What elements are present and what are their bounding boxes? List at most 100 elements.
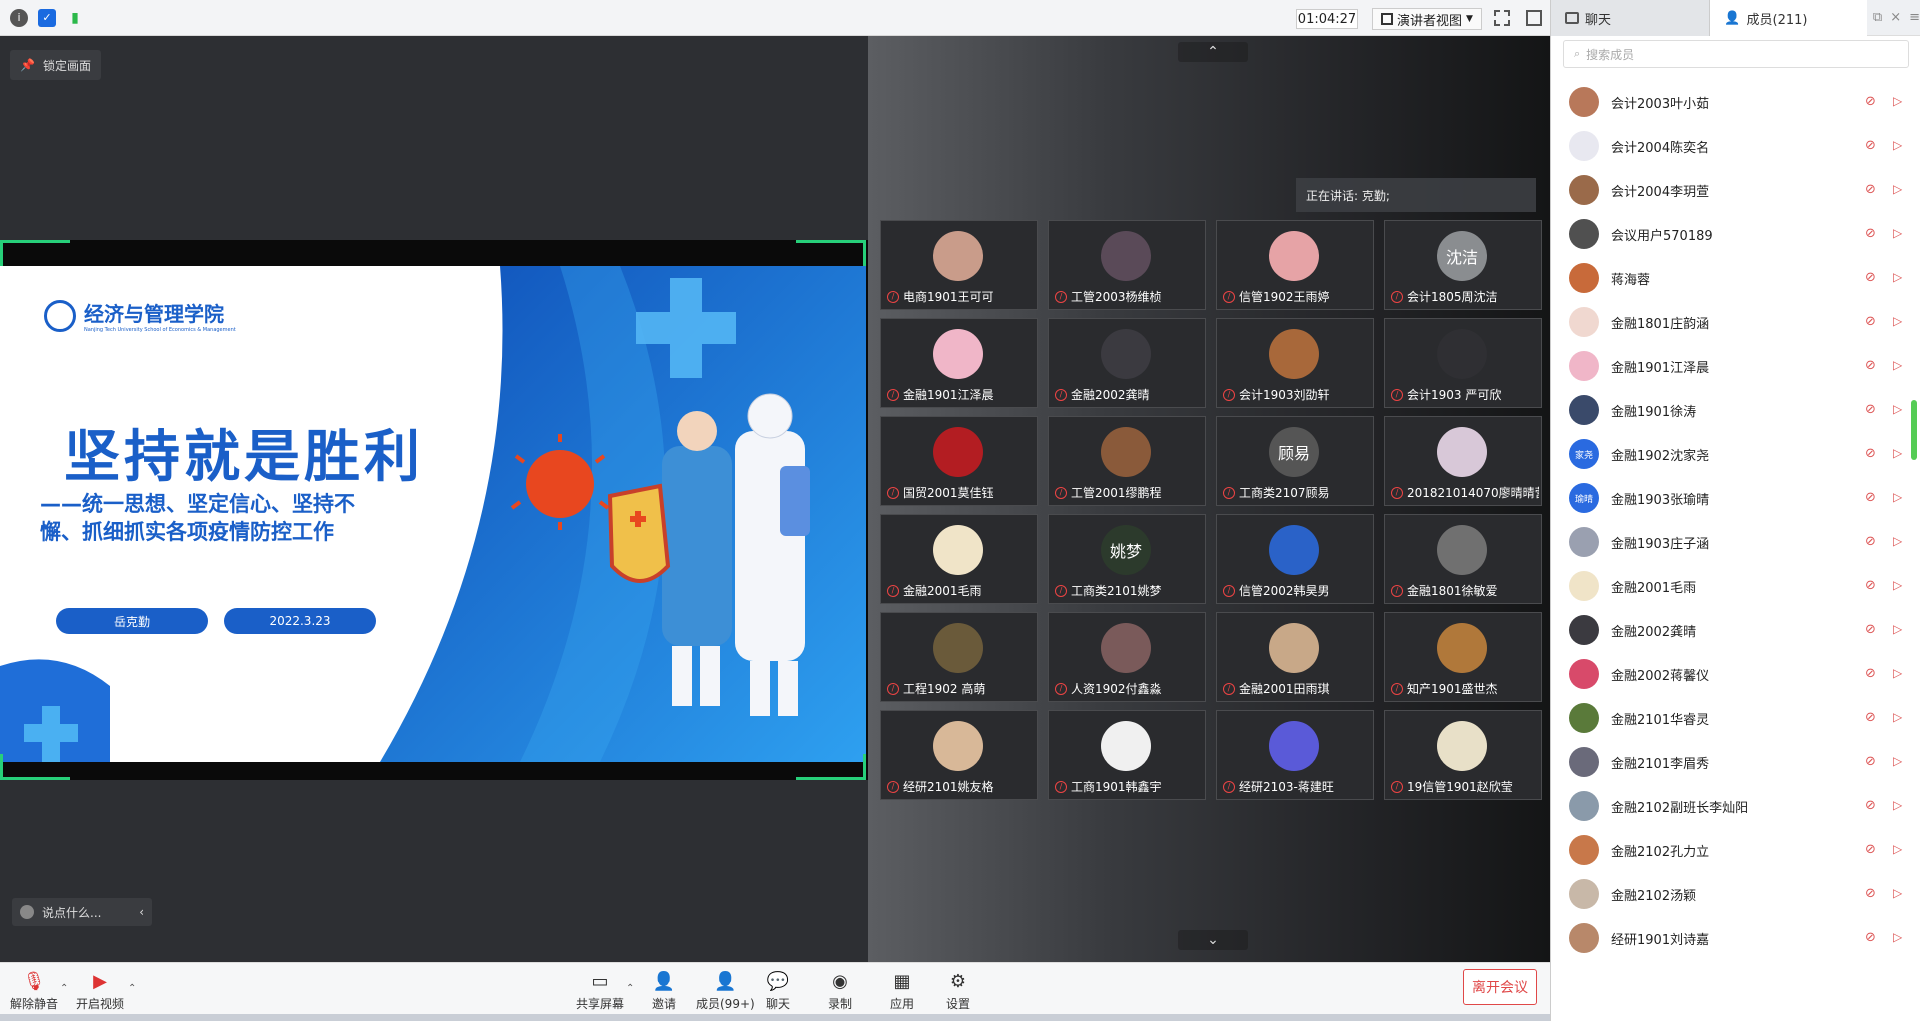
video-tile[interactable]: / 电商1901王可可 bbox=[880, 220, 1038, 310]
list-item[interactable]: 经研1901刘诗嘉 ⊘ ▷ bbox=[1551, 916, 1920, 960]
list-item[interactable]: 金融2001毛雨 ⊘ ▷ bbox=[1551, 564, 1920, 608]
mic-muted-icon[interactable]: ⊘ bbox=[1865, 446, 1881, 462]
video-tile[interactable]: / 经研2101姚友格 bbox=[880, 710, 1038, 800]
chat-button[interactable]: 💬 聊天 bbox=[766, 971, 790, 1012]
chevron-left-icon[interactable]: ‹ bbox=[139, 905, 144, 919]
mic-muted-icon[interactable]: ⊘ bbox=[1865, 138, 1881, 154]
list-item[interactable]: 金融1801庄韵涵 ⊘ ▷ bbox=[1551, 300, 1920, 344]
camera-off-icon[interactable]: ▷ bbox=[1893, 666, 1911, 682]
camera-off-icon[interactable]: ▷ bbox=[1893, 710, 1911, 726]
video-tile[interactable]: / 金融2001田雨琪 bbox=[1216, 612, 1374, 702]
mic-muted-icon[interactable]: ⊘ bbox=[1865, 182, 1881, 198]
close-icon[interactable]: × bbox=[1890, 10, 1901, 25]
list-item[interactable]: 会计2003叶小茹 ⊘ ▷ bbox=[1551, 80, 1920, 124]
audio-options-chevron-icon[interactable]: ⌃ bbox=[60, 983, 68, 994]
list-item[interactable]: 金融1903庄子涵 ⊘ ▷ bbox=[1551, 520, 1920, 564]
list-item[interactable]: 家尧 金融1902沈家尧 ⊘ ▷ bbox=[1551, 432, 1920, 476]
members-button[interactable]: 👤 成员(99+) bbox=[696, 971, 755, 1012]
video-tile[interactable]: 顾易 / 工商类2107顾易 bbox=[1216, 416, 1374, 506]
mic-muted-icon[interactable]: ⊘ bbox=[1865, 622, 1881, 638]
camera-off-icon[interactable]: ▷ bbox=[1893, 842, 1911, 858]
tab-chat[interactable]: 聊天 bbox=[1551, 0, 1711, 36]
camera-off-icon[interactable]: ▷ bbox=[1893, 182, 1911, 198]
camera-off-icon[interactable]: ▷ bbox=[1893, 358, 1911, 374]
video-tile[interactable]: / 会计1903 严可欣 bbox=[1384, 318, 1542, 408]
video-tile[interactable]: / 信管1902王雨婷 bbox=[1216, 220, 1374, 310]
camera-off-icon[interactable]: ▷ bbox=[1893, 754, 1911, 770]
list-item[interactable]: 金融2102汤颖 ⊘ ▷ bbox=[1551, 872, 1920, 916]
camera-off-icon[interactable]: ▷ bbox=[1893, 490, 1911, 506]
camera-off-icon[interactable]: ▷ bbox=[1893, 138, 1911, 154]
invite-button[interactable]: 👤 邀请 bbox=[652, 971, 676, 1012]
mic-muted-icon[interactable]: ⊘ bbox=[1865, 710, 1881, 726]
share-screen-button[interactable]: ▭ 共享屏幕 bbox=[576, 971, 624, 1012]
mic-muted-icon[interactable]: ⊘ bbox=[1865, 226, 1881, 242]
apps-button[interactable]: ▦ 应用 bbox=[890, 971, 914, 1012]
camera-off-icon[interactable]: ▷ bbox=[1893, 270, 1911, 286]
video-tile[interactable]: / 知产1901盛世杰 bbox=[1384, 612, 1542, 702]
video-tile[interactable]: / 201821014070廖晴晴营销1... bbox=[1384, 416, 1542, 506]
video-tile[interactable]: / 工管2001缪鹏程 bbox=[1048, 416, 1206, 506]
mic-muted-icon[interactable]: ⊘ bbox=[1865, 270, 1881, 286]
member-search-input[interactable]: ⌕ 搜索成员 bbox=[1563, 40, 1909, 68]
camera-off-icon[interactable]: ▷ bbox=[1893, 930, 1911, 946]
video-tile[interactable]: / 国贸2001莫佳钰 bbox=[880, 416, 1038, 506]
start-video-button[interactable]: ▶ 开启视频 bbox=[76, 971, 124, 1012]
signal-icon[interactable]: ▮ bbox=[66, 9, 84, 27]
settings-button[interactable]: ⚙ 设置 bbox=[946, 971, 970, 1012]
gallery-scroll-up-button[interactable]: ⌃ bbox=[1178, 42, 1248, 62]
camera-off-icon[interactable]: ▷ bbox=[1893, 534, 1911, 550]
view-mode-dropdown[interactable]: 演讲者视图 ▼ bbox=[1372, 8, 1482, 30]
mic-muted-icon[interactable]: ⊘ bbox=[1865, 490, 1881, 506]
mic-muted-icon[interactable]: ⊘ bbox=[1865, 534, 1881, 550]
list-item[interactable]: 瑜晴 金融1903张瑜晴 ⊘ ▷ bbox=[1551, 476, 1920, 520]
list-item[interactable]: 金融1901江泽晨 ⊘ ▷ bbox=[1551, 344, 1920, 388]
video-tile[interactable]: 姚梦 / 工商类2101姚梦 bbox=[1048, 514, 1206, 604]
camera-off-icon[interactable]: ▷ bbox=[1893, 886, 1911, 902]
video-tile[interactable]: / 19信管1901赵欣莹 bbox=[1384, 710, 1542, 800]
mic-muted-icon[interactable]: ⊘ bbox=[1865, 578, 1881, 594]
mic-muted-icon[interactable]: ⊘ bbox=[1865, 402, 1881, 418]
emoji-icon[interactable] bbox=[20, 905, 34, 919]
mic-muted-icon[interactable]: ⊘ bbox=[1865, 886, 1881, 902]
leave-meeting-button[interactable]: 离开会议 bbox=[1463, 969, 1537, 1005]
mic-muted-icon[interactable]: ⊘ bbox=[1865, 314, 1881, 330]
video-tile[interactable]: 沈洁 / 会计1805周沈洁 bbox=[1384, 220, 1542, 310]
video-tile[interactable]: / 会计1903刘劭轩 bbox=[1216, 318, 1374, 408]
share-options-chevron-icon[interactable]: ⌃ bbox=[626, 983, 634, 994]
list-item[interactable]: 会计2004李玥萱 ⊘ ▷ bbox=[1551, 168, 1920, 212]
list-item[interactable]: 金融1901徐涛 ⊘ ▷ bbox=[1551, 388, 1920, 432]
camera-off-icon[interactable]: ▷ bbox=[1893, 226, 1911, 242]
list-item[interactable]: 金融2101华睿灵 ⊘ ▷ bbox=[1551, 696, 1920, 740]
shield-icon[interactable]: ✓ bbox=[38, 8, 56, 27]
mic-muted-icon[interactable]: ⊘ bbox=[1865, 666, 1881, 682]
record-button[interactable]: ◉ 录制 bbox=[828, 971, 852, 1012]
list-item[interactable]: 会议用户570189 ⊘ ▷ bbox=[1551, 212, 1920, 256]
video-tile[interactable]: / 人资1902付鑫淼 bbox=[1048, 612, 1206, 702]
mic-muted-icon[interactable]: ⊘ bbox=[1865, 842, 1881, 858]
video-tile[interactable]: / 信管2002韩昊男 bbox=[1216, 514, 1374, 604]
camera-off-icon[interactable]: ▷ bbox=[1893, 314, 1911, 330]
info-icon[interactable]: i bbox=[10, 8, 28, 27]
list-item[interactable]: 会计2004陈奕名 ⊘ ▷ bbox=[1551, 124, 1920, 168]
camera-off-icon[interactable]: ▷ bbox=[1893, 94, 1911, 110]
tab-members[interactable]: 👤 成员(211) bbox=[1710, 0, 1867, 36]
video-tile[interactable]: / 工商1901韩鑫宇 bbox=[1048, 710, 1206, 800]
video-tile[interactable]: / 金融2001毛雨 bbox=[880, 514, 1038, 604]
panel-toggle-icon[interactable] bbox=[1526, 10, 1542, 26]
mic-muted-icon[interactable]: ⊘ bbox=[1865, 358, 1881, 374]
list-item[interactable]: 蒋海蓉 ⊘ ▷ bbox=[1551, 256, 1920, 300]
camera-off-icon[interactable]: ▷ bbox=[1893, 798, 1911, 814]
lock-screen-button[interactable]: 📌 锁定画面 bbox=[10, 50, 101, 80]
video-tile[interactable]: / 金融1801徐敏爱 bbox=[1384, 514, 1542, 604]
list-item[interactable]: 金融2101李眉秀 ⊘ ▷ bbox=[1551, 740, 1920, 784]
mic-muted-icon[interactable]: ⊘ bbox=[1865, 798, 1881, 814]
video-tile[interactable]: / 金融2002龚晴 bbox=[1048, 318, 1206, 408]
video-tile[interactable]: / 经研2103-蒋建旺 bbox=[1216, 710, 1374, 800]
list-item[interactable]: 金融2102副班长李灿阳 ⊘ ▷ bbox=[1551, 784, 1920, 828]
camera-off-icon[interactable]: ▷ bbox=[1893, 402, 1911, 418]
mic-muted-icon[interactable]: ⊘ bbox=[1865, 930, 1881, 946]
mic-muted-icon[interactable]: ⊘ bbox=[1865, 94, 1881, 110]
fullscreen-icon[interactable] bbox=[1494, 10, 1510, 26]
mic-muted-icon[interactable]: ⊘ bbox=[1865, 754, 1881, 770]
